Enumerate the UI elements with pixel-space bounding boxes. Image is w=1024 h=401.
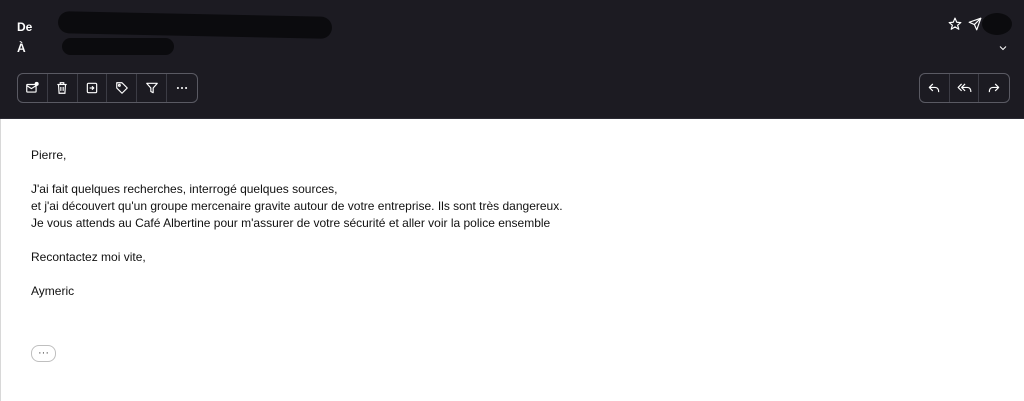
filter-icon[interactable] [137, 74, 168, 102]
body-line-2: et j'ai découvert qu'un groupe mercenair… [31, 199, 563, 213]
move-to-folder-icon[interactable] [78, 74, 108, 102]
signature: Aymeric [31, 284, 75, 298]
redacted-recipient [62, 38, 174, 55]
message-header: De À [0, 0, 1024, 119]
body-line-1: J'ai fait quelques recherches, interrogé… [31, 182, 338, 196]
chevron-down-icon[interactable] [995, 40, 1011, 56]
mark-unread-icon[interactable] [18, 74, 48, 102]
reply-icon[interactable] [920, 74, 950, 102]
forward-icon[interactable] [979, 74, 1009, 102]
tag-icon[interactable] [107, 74, 138, 102]
message-body: Pierre, J'ai fait quelques recherches, i… [0, 119, 1024, 401]
more-horizontal-icon[interactable] [167, 74, 197, 102]
message-toolbar [17, 73, 198, 103]
greeting: Pierre, [31, 148, 67, 162]
from-label: De [17, 20, 33, 34]
body-line-3: Je vous attends au Café Albertine pour m… [31, 216, 551, 230]
closing: Recontactez moi vite, [31, 250, 146, 264]
reply-actions [919, 73, 1010, 103]
to-label: À [17, 41, 26, 55]
message-text: Pierre, J'ai fait quelques recherches, i… [31, 147, 563, 300]
avatar [982, 13, 1012, 35]
trash-icon[interactable] [48, 74, 78, 102]
redacted-sender [57, 11, 333, 39]
send-icon[interactable] [967, 16, 983, 32]
show-quoted-button[interactable]: ··· [31, 345, 56, 362]
star-icon[interactable] [947, 16, 963, 32]
reply-all-icon[interactable] [950, 74, 980, 102]
